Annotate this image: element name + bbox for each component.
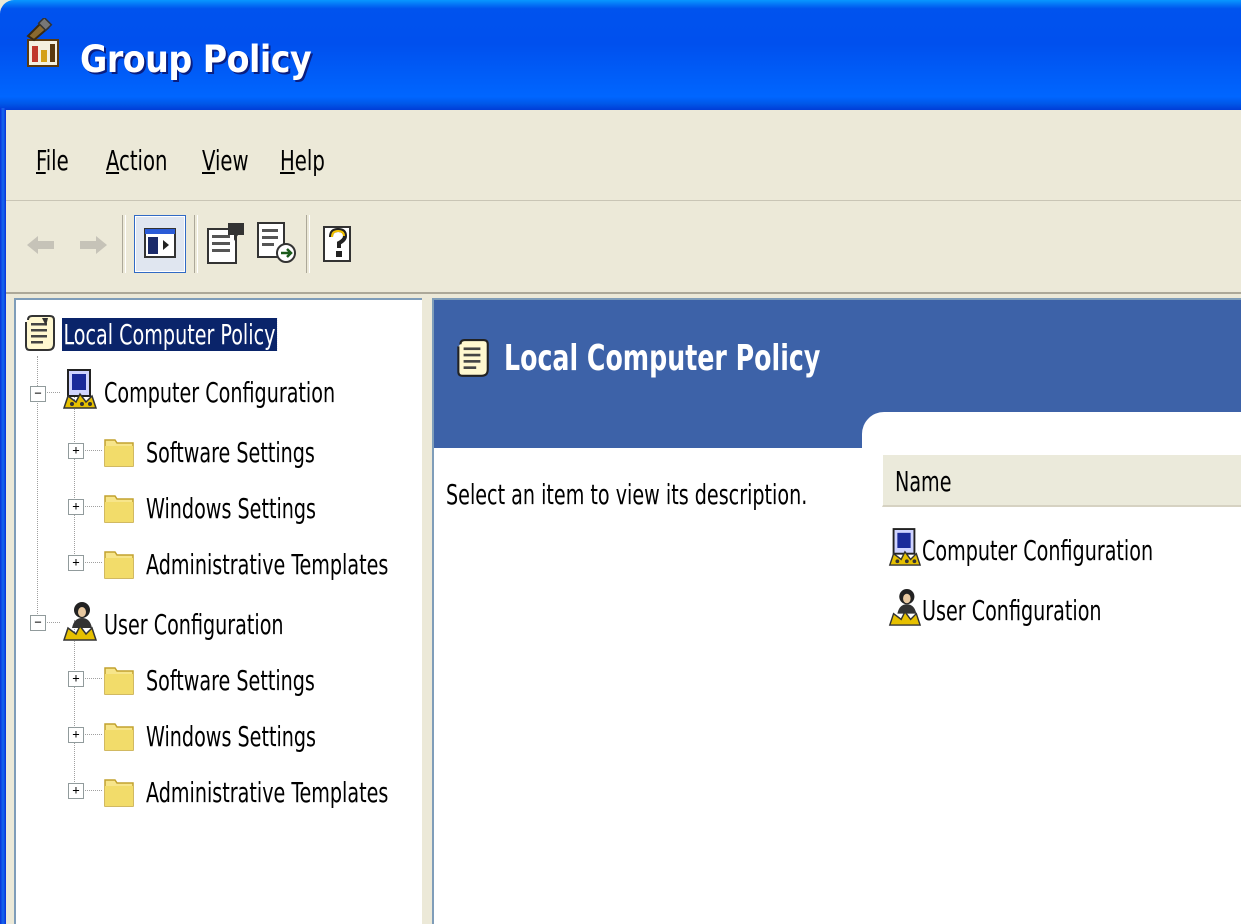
computer-configuration-icon (62, 369, 98, 409)
console-tree-icon (144, 228, 176, 258)
list-item-label: Computer Configuration (922, 534, 1154, 567)
back-arrow-icon[interactable] (24, 231, 58, 259)
tree-label: Administrative Templates (146, 548, 389, 581)
details-title: Local Computer Policy (504, 338, 821, 379)
tree-item-software-settings[interactable]: Software Settings (104, 426, 364, 476)
list-item-label: User Configuration (922, 594, 1102, 627)
tree-item-windows-settings[interactable]: Windows Settings (104, 482, 364, 532)
title-bar[interactable]: Group Policy (0, 0, 1241, 110)
tree-line (82, 450, 102, 451)
group-policy-icon (26, 18, 59, 67)
list-item-user-configuration[interactable]: User Configuration (884, 584, 1241, 636)
tree-label: Windows Settings (146, 720, 317, 753)
tree-item-user-configuration[interactable]: User Configuration (56, 596, 376, 648)
expand-toggle[interactable]: + (68, 499, 84, 515)
expand-toggle[interactable]: + (68, 671, 84, 687)
tree-label: Software Settings (146, 664, 315, 697)
tree-label: User Configuration (104, 608, 284, 641)
tree-label: Software Settings (146, 436, 315, 469)
properties-icon[interactable] (204, 219, 248, 267)
policy-scroll-icon (457, 339, 489, 377)
expand-toggle[interactable]: + (68, 443, 84, 459)
tree-line (82, 506, 102, 507)
folder-icon (104, 723, 134, 751)
folder-icon (104, 439, 134, 467)
details-pane: Local Computer Policy Select an item to … (432, 298, 1241, 924)
column-header-label: Name (895, 465, 952, 498)
console-tree: Local Computer Policy − Computer Configu… (14, 298, 424, 924)
column-header-name[interactable]: Name (882, 455, 1241, 507)
tree-line (82, 678, 102, 679)
tree-label: Windows Settings (146, 492, 317, 525)
export-list-icon[interactable] (254, 219, 298, 267)
toolbar-separator (122, 215, 126, 273)
collapse-toggle[interactable]: − (30, 615, 46, 631)
tree-line (82, 790, 102, 791)
menu-file[interactable]: File (36, 144, 69, 177)
expand-toggle[interactable]: + (68, 727, 84, 743)
menu-bar: File Action View Help (6, 110, 1241, 202)
user-configuration-icon (62, 602, 98, 641)
window-title: Group Policy (80, 38, 312, 81)
group-policy-window: Group Policy File Action View Help Local… (0, 0, 1241, 924)
expand-toggle[interactable]: + (68, 555, 84, 571)
show-hide-console-tree-button[interactable] (134, 215, 186, 273)
tree-line (82, 562, 102, 563)
tree-item-administrative-templates[interactable]: Administrative Templates (104, 538, 414, 588)
collapse-toggle[interactable]: − (30, 386, 46, 402)
user-configuration-icon (888, 589, 922, 626)
expand-toggle[interactable]: + (68, 783, 84, 799)
tree-line (82, 734, 102, 735)
forward-arrow-icon[interactable] (76, 231, 110, 259)
tree-item-administrative-templates[interactable]: Administrative Templates (104, 766, 414, 816)
menu-action[interactable]: Action (106, 144, 167, 177)
toolbar-separator (306, 215, 310, 273)
folder-icon (104, 551, 134, 579)
menu-help[interactable]: Help (280, 144, 325, 177)
folder-icon (104, 779, 134, 807)
tree-item-windows-settings[interactable]: Windows Settings (104, 710, 364, 760)
policy-scroll-icon (25, 315, 55, 351)
tree-item-computer-configuration[interactable]: Computer Configuration (56, 364, 376, 416)
description-text: Select an item to view its description. (446, 478, 808, 511)
computer-configuration-icon (888, 528, 922, 566)
toolbar-separator (194, 215, 198, 273)
folder-icon (104, 495, 134, 523)
tree-label: Administrative Templates (146, 776, 389, 809)
tree-label: Computer Configuration (104, 376, 336, 409)
tree-item-local-computer-policy[interactable]: Local Computer Policy (16, 308, 316, 358)
menu-view[interactable]: View (202, 144, 249, 177)
pane-splitter[interactable] (422, 298, 432, 924)
tree-label: Local Computer Policy (61, 317, 278, 352)
folder-icon (104, 667, 134, 695)
toolbar (6, 201, 1241, 293)
help-icon[interactable] (318, 219, 358, 267)
tree-item-software-settings[interactable]: Software Settings (104, 654, 364, 704)
list-item-computer-configuration[interactable]: Computer Configuration (884, 524, 1241, 576)
